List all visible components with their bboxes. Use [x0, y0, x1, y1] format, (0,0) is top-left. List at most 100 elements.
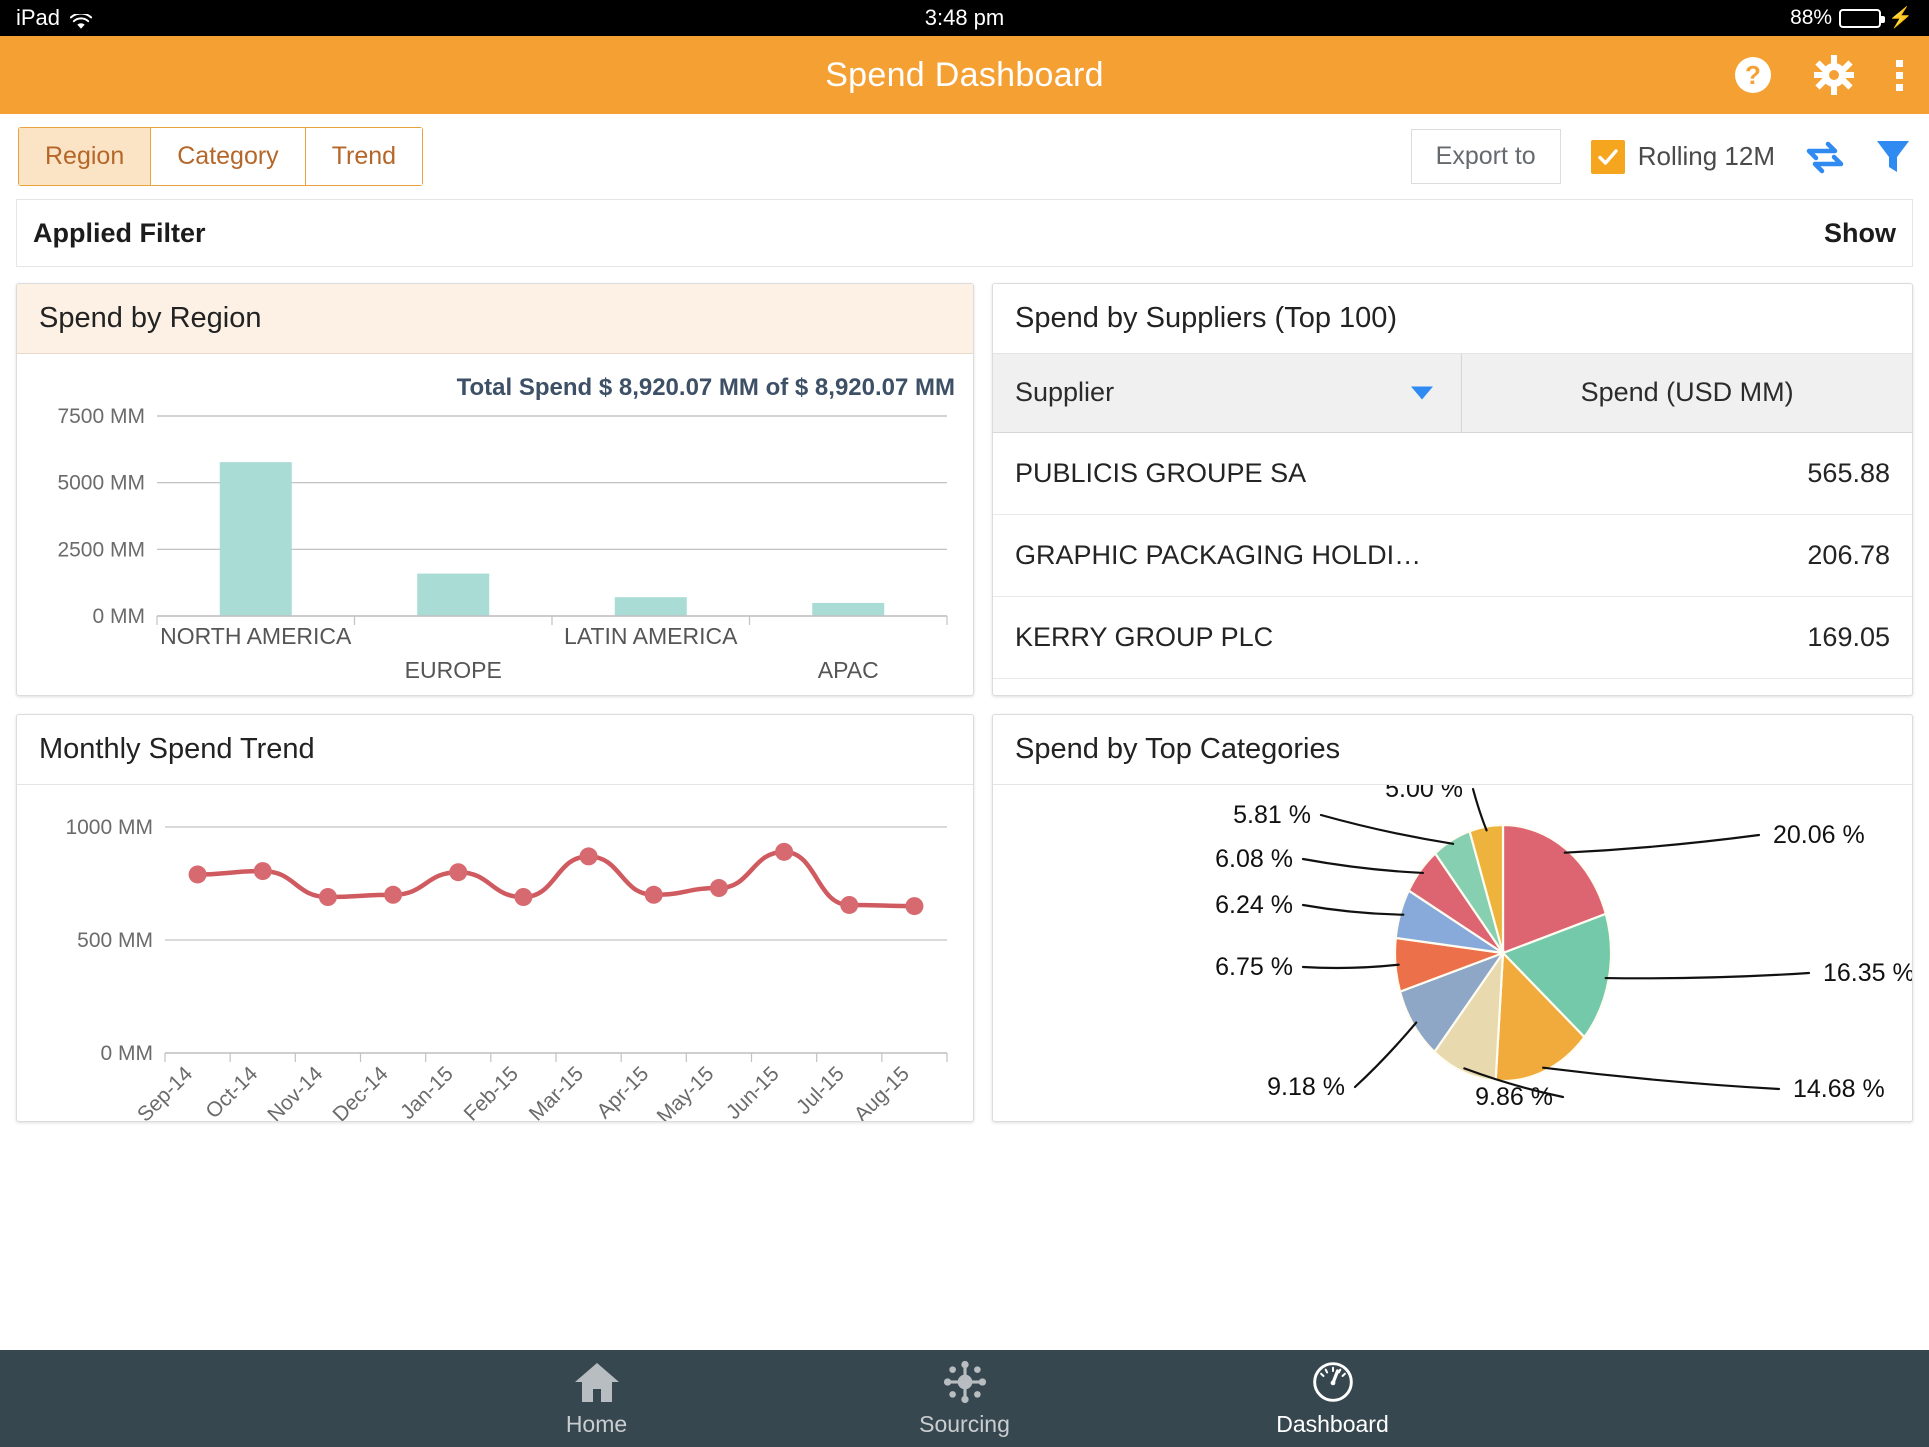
svg-text:Dec-14: Dec-14	[328, 1062, 392, 1121]
pie-slice-label: 6.08 %	[1215, 845, 1293, 873]
column-header-spend[interactable]: Spend (USD MM)	[1461, 354, 1912, 433]
total-spend-annotation: Total Spend $ 8,920.07 MM of $ 8,920.07 …	[456, 374, 955, 401]
card-header-region: Spend by Region	[17, 284, 973, 354]
dashboard-toolbar: Region Category Trend Export to Rolling …	[0, 114, 1929, 199]
ios-status-bar: iPad 3:48 pm 88% ⚡	[0, 0, 1929, 36]
card-body-categories: 20.06 % 16.35 % 14.68 % 9.86 % 9.18 % 6.75 % 6…	[993, 775, 1913, 1121]
svg-text:Feb-15: Feb-15	[460, 1062, 523, 1121]
nav-label-home: Home	[565, 1410, 628, 1437]
dashboard-card-grid: Spend by Region Total Spend $ 8,920.07 M…	[0, 267, 1929, 1138]
svg-text:5000 MM: 5000 MM	[57, 472, 145, 495]
svg-text:Aug-15: Aug-15	[850, 1062, 914, 1121]
card-monthly-spend-trend: Monthly Spend Trend 0 MM 500 MM 1000 MM Sep…	[16, 714, 974, 1122]
card-body-trend: 0 MM 500 MM 1000 MM Sep-14 Oct-14 Nov-14 Dec-1…	[17, 785, 973, 1121]
card-spend-by-suppliers: Spend by Suppliers (Top 100) Supplier Sp…	[992, 283, 1913, 696]
nav-label-dashboard: Dashboard	[1276, 1410, 1389, 1437]
gear-icon[interactable]	[1814, 55, 1854, 95]
pie-slice-label: 20.06 %	[1773, 821, 1865, 849]
hub-network-icon	[941, 1360, 989, 1409]
pie-slice-label: 9.86 %	[1475, 1083, 1553, 1111]
table-row[interactable]: GRAPHIC PACKAGING HOLDIN… 206.78	[993, 514, 1912, 597]
pie-slice-label: 16.35 %	[1823, 959, 1913, 987]
card-header-suppliers: Spend by Suppliers (Top 100)	[993, 284, 1912, 354]
table-row[interactable]: KERRY GROUP PLC 169.05	[993, 596, 1912, 679]
export-to-button[interactable]: Export to	[1410, 129, 1561, 184]
card-title-trend: Monthly Spend Trend	[39, 733, 315, 765]
svg-text:Jan-15: Jan-15	[396, 1062, 458, 1121]
sort-descending-caret-icon[interactable]	[1411, 386, 1434, 400]
card-header-trend: Monthly Spend Trend	[17, 715, 973, 785]
card-title-categories: Spend by Top Categories	[1015, 733, 1341, 765]
page-title: Spend Dashboard	[825, 55, 1104, 94]
tab-category[interactable]: Category	[150, 127, 305, 186]
pie-slice-label: 14.68 %	[1793, 1075, 1885, 1103]
home-icon	[573, 1360, 621, 1409]
card-title-region: Spend by Region	[39, 302, 262, 334]
column-header-supplier-label: Supplier	[1015, 377, 1115, 408]
nav-item-home[interactable]: Home	[507, 1360, 687, 1438]
header-icon-group: ?	[1734, 36, 1903, 114]
svg-text:LATIN AMERICA: LATIN AMERICA	[564, 623, 738, 649]
cell-supplier-name: KERRY GROUP PLC	[993, 596, 1462, 679]
svg-text:0 MM: 0 MM	[101, 1042, 154, 1065]
applied-filter-label: Applied Filter	[33, 217, 206, 248]
gauge-icon	[1309, 1360, 1357, 1409]
table-row[interactable]: DENTSU INC158.24	[993, 678, 1912, 695]
cell-supplier-name: GRAPHIC PACKAGING HOLDIN…	[993, 514, 1462, 597]
svg-text:1000 MM: 1000 MM	[65, 816, 153, 839]
funnel-filter-icon[interactable]	[1875, 138, 1911, 176]
svg-text:Nov-14: Nov-14	[263, 1062, 327, 1121]
supplier-table: Supplier Spend (USD MM) PUBLICIS GROUPE …	[993, 354, 1912, 695]
svg-text:?: ?	[1745, 60, 1761, 90]
nav-item-sourcing[interactable]: Sourcing	[875, 1360, 1055, 1438]
column-header-supplier[interactable]: Supplier	[993, 354, 1463, 433]
cell-supplier-name: DENTSU INC	[993, 678, 1462, 695]
bottom-navigation-bar: Home Sourcing Dashboard	[0, 1350, 1929, 1447]
toolbar-actions: Export to Rolling 12M	[1410, 129, 1911, 184]
svg-text:Oct-14: Oct-14	[201, 1062, 262, 1121]
sync-arrows-icon[interactable]	[1805, 139, 1845, 175]
status-bar-right: 88% ⚡	[1790, 6, 1913, 30]
rolling-12m-toggle[interactable]: Rolling 12M	[1590, 139, 1775, 174]
svg-text:Jun-15: Jun-15	[722, 1062, 784, 1121]
pie-chart-spend-by-top-categories[interactable]: 20.06 % 16.35 % 14.68 % 9.86 % 9.18 % 6.75 % 6…	[993, 775, 1913, 1121]
help-circle-icon[interactable]: ?	[1734, 56, 1772, 94]
svg-text:May-15: May-15	[653, 1062, 719, 1121]
svg-text:Mar-15: Mar-15	[525, 1062, 588, 1121]
cell-spend-value: 158.24	[1461, 678, 1912, 695]
card-body-suppliers: Supplier Spend (USD MM) PUBLICIS GROUPE …	[993, 354, 1912, 695]
table-row[interactable]: PUBLICIS GROUPE SA 565.88	[993, 432, 1912, 515]
supplier-table-body: PUBLICIS GROUPE SA 565.88 GRAPHIC PACKAGIN…	[993, 432, 1912, 695]
nav-item-dashboard[interactable]: Dashboard	[1243, 1360, 1423, 1438]
svg-text:Jul-15: Jul-15	[792, 1062, 849, 1119]
tab-region[interactable]: Region	[18, 127, 151, 186]
checkbox-checked-icon[interactable]	[1590, 139, 1625, 174]
bar-chart-spend-by-region[interactable]: 0 MM 2500 MM 5000 MM 7500 MM NORTH AMERICA EU…	[17, 354, 973, 694]
cell-supplier-name: PUBLICIS GROUPE SA	[993, 432, 1462, 515]
device-label: iPad	[16, 5, 61, 30]
tab-trend[interactable]: Trend	[304, 127, 424, 186]
pie-slice-label: 9.18 %	[1267, 1073, 1345, 1101]
pie-slice-label: 5.00 %	[1385, 785, 1463, 803]
svg-text:Sep-14: Sep-14	[133, 1062, 197, 1121]
lightning-bolt-icon: ⚡	[1888, 7, 1913, 29]
cell-spend-value: 169.05	[1461, 596, 1912, 679]
pie-slice-label: 6.75 %	[1215, 953, 1293, 981]
view-tab-group: Region Category Trend	[18, 127, 424, 186]
battery-percent-label: 88%	[1790, 6, 1833, 29]
card-title-suppliers: Spend by Suppliers (Top 100)	[1015, 302, 1398, 334]
svg-text:EUROPE: EUROPE	[405, 657, 502, 683]
more-vertical-icon[interactable]	[1896, 59, 1903, 91]
card-spend-by-region: Spend by Region Total Spend $ 8,920.07 M…	[16, 283, 974, 696]
applied-filter-show-link[interactable]: Show	[1824, 218, 1896, 249]
nav-label-sourcing: Sourcing	[919, 1410, 1010, 1437]
svg-text:2500 MM: 2500 MM	[57, 538, 145, 561]
battery-icon	[1839, 8, 1886, 28]
status-bar-left: iPad	[16, 5, 93, 31]
card-body-region: Total Spend $ 8,920.07 MM of $ 8,920.07 …	[17, 354, 973, 695]
svg-text:7500 MM: 7500 MM	[57, 405, 145, 428]
line-chart-monthly-spend-trend[interactable]: 0 MM 500 MM 1000 MM Sep-14 Oct-14 Nov-14 Dec-1…	[17, 785, 973, 1121]
svg-text:APAC: APAC	[818, 657, 879, 683]
svg-text:500 MM: 500 MM	[77, 929, 153, 952]
cell-spend-value: 206.78	[1461, 514, 1912, 597]
